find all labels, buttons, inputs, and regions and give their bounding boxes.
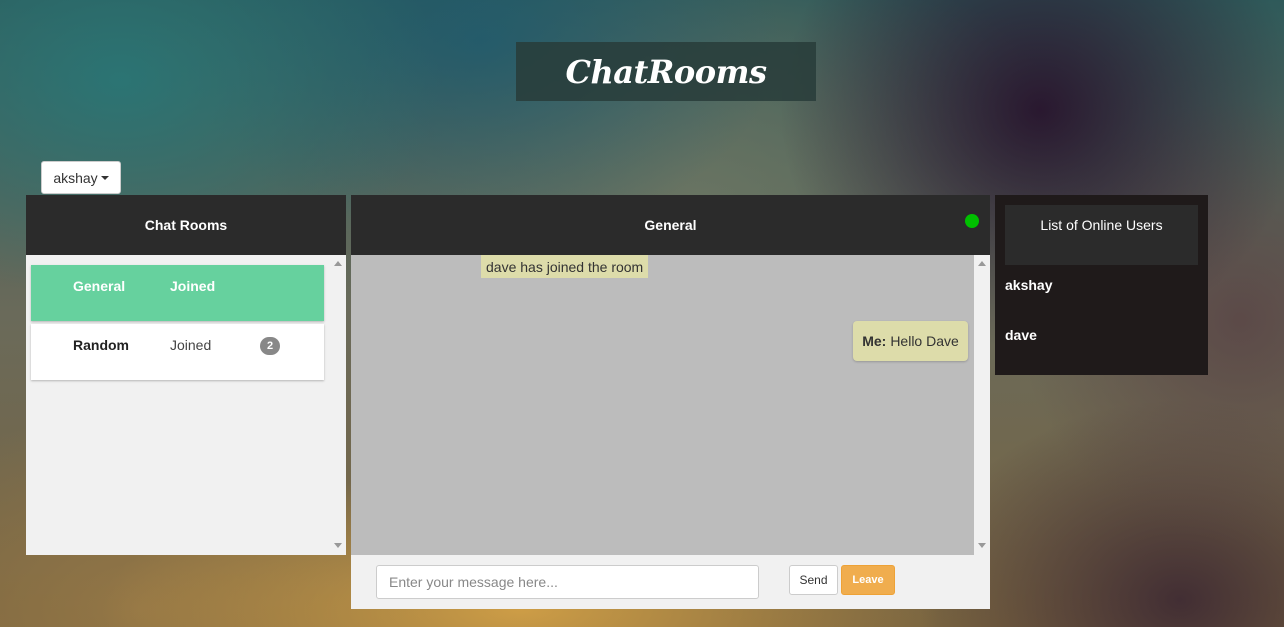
online-users-header: List of Online Users	[1005, 205, 1198, 265]
room-item-random[interactable]: Random Joined 2	[31, 324, 324, 380]
caret-down-icon	[100, 175, 109, 180]
app-title-banner: ChatRooms	[516, 42, 816, 101]
rooms-scrollbar[interactable]	[330, 255, 346, 555]
scroll-down-icon[interactable]	[978, 543, 986, 548]
room-name: General	[73, 278, 126, 294]
leave-button[interactable]: Leave	[841, 565, 895, 595]
chat-rooms-title: Chat Rooms	[144, 217, 228, 233]
user-menu-label: akshay	[53, 169, 98, 186]
scroll-up-icon[interactable]	[334, 261, 342, 266]
message-text: Hello Dave	[890, 333, 959, 349]
room-status: Joined	[170, 278, 216, 294]
scroll-up-icon[interactable]	[978, 261, 986, 266]
send-button[interactable]: Send	[789, 565, 838, 595]
current-room-title: General	[644, 217, 697, 233]
chat-rooms-header: Chat Rooms	[26, 195, 346, 255]
chat-header: General	[351, 195, 990, 255]
room-name: Random	[73, 337, 129, 353]
unread-count-badge: 2	[260, 337, 280, 355]
room-status: Joined	[170, 337, 212, 353]
room-item-general[interactable]: General Joined	[31, 265, 324, 321]
online-user-item[interactable]: akshay	[1005, 277, 1052, 293]
message-sender: Me:	[862, 333, 887, 349]
own-message-bubble: Me: Hello Dave	[853, 321, 968, 361]
chat-panel: General dave has joined the room Me: Hel…	[351, 195, 990, 609]
messages-scrollbar[interactable]	[974, 255, 990, 555]
online-users-title: List of Online Users	[1040, 217, 1163, 233]
user-menu-dropdown[interactable]: akshay	[41, 161, 121, 194]
message-list: dave has joined the room Me: Hello Dave	[351, 255, 990, 555]
chat-rooms-panel: Chat Rooms General Joined Random Joined …	[26, 195, 346, 555]
app-title: ChatRooms	[565, 52, 767, 91]
message-composer: Send Leave	[351, 555, 990, 609]
scroll-down-icon[interactable]	[334, 543, 342, 548]
online-user-item[interactable]: dave	[1005, 327, 1037, 343]
message-input[interactable]	[376, 565, 759, 599]
online-status-dot-icon	[965, 214, 979, 228]
online-users-panel: List of Online Users akshay dave	[995, 195, 1208, 375]
system-message: dave has joined the room	[481, 255, 649, 278]
